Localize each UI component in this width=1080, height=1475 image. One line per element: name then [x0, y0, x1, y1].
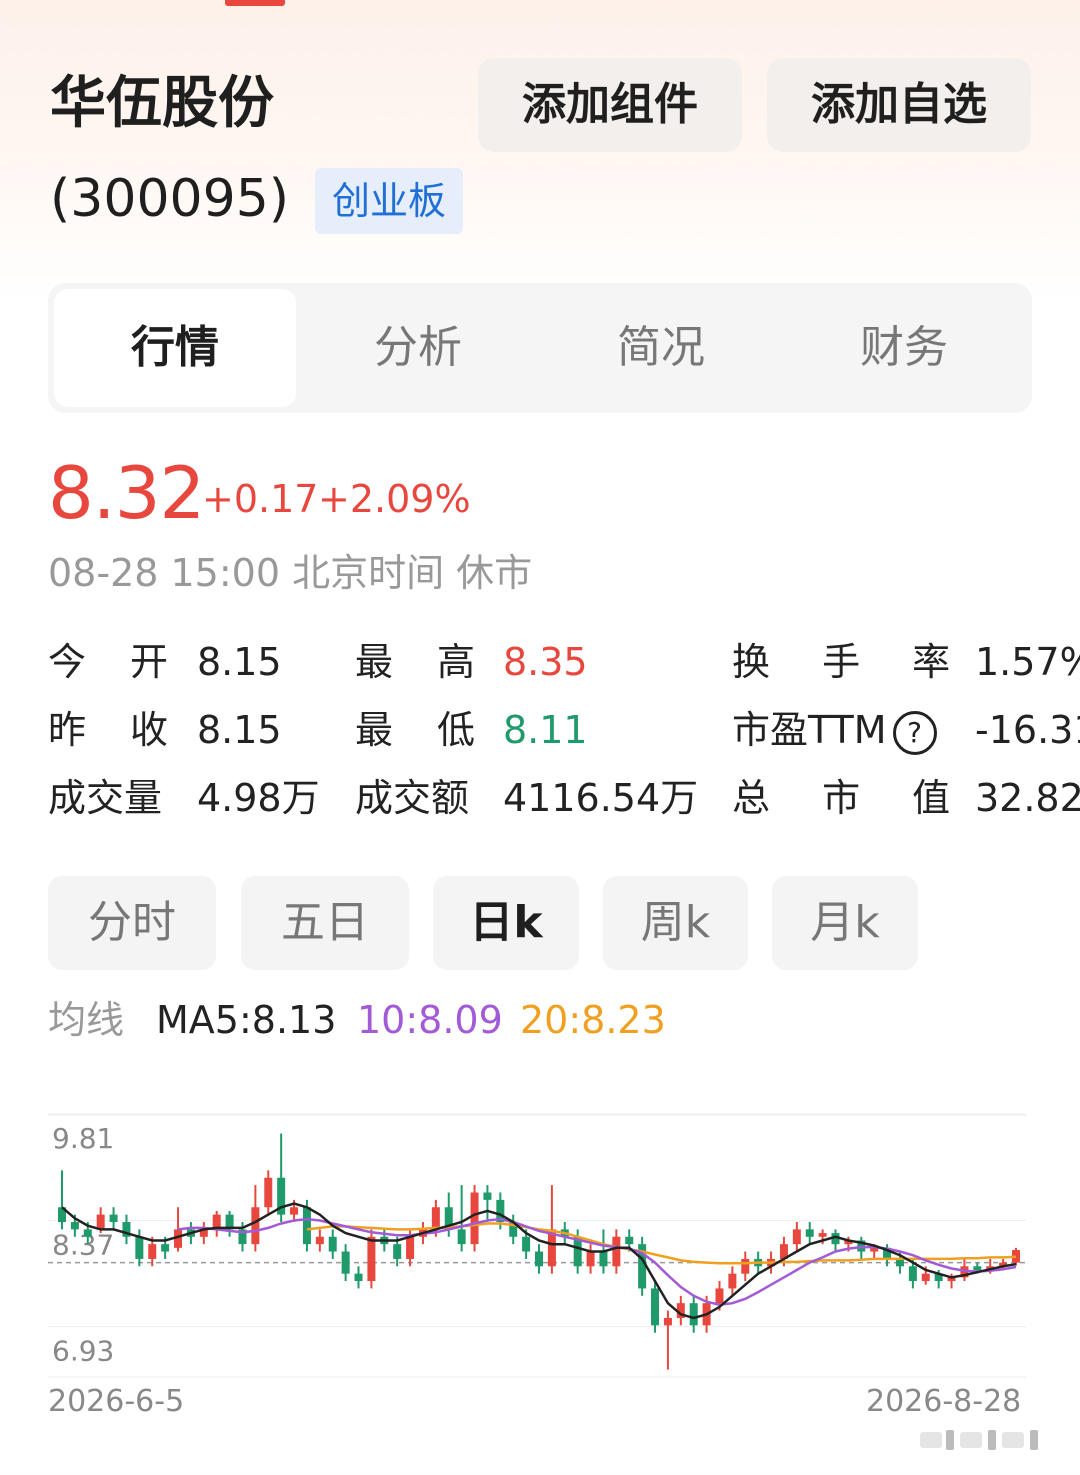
tab-finance[interactable]: 财务 [783, 289, 1025, 407]
amount-label: 成交额 [355, 776, 470, 820]
candle-body [367, 1236, 376, 1282]
main-tabs: 行情 分析 简况 财务 [48, 283, 1032, 413]
pe-value: -16.31 [975, 708, 1080, 752]
price-change: +0.17 [202, 477, 319, 521]
period-five-day[interactable]: 五日 [241, 876, 409, 970]
candle-body [302, 1207, 311, 1245]
candle-body [908, 1266, 917, 1282]
candle-body [315, 1236, 324, 1245]
last-price: 8.32 [48, 451, 205, 535]
candle-body [290, 1207, 299, 1215]
candle-body [728, 1273, 737, 1289]
candle-body [522, 1236, 531, 1252]
tab-quote[interactable]: 行情 [54, 289, 296, 407]
candle-body [535, 1251, 543, 1267]
candle-body [148, 1244, 157, 1259]
candle-body [599, 1251, 608, 1267]
candle-body [109, 1214, 118, 1223]
period-daily-k[interactable]: 日k [433, 876, 579, 970]
candle-body [921, 1273, 930, 1282]
mktcap-value: 32.82 [975, 776, 1080, 820]
scroll-indicator-icon [920, 1430, 1038, 1450]
active-top-indicator [225, 0, 285, 6]
candle-body [470, 1192, 479, 1245]
period-weekly-k[interactable]: 周k [603, 876, 748, 970]
candle-body [818, 1233, 827, 1237]
low-value: 8.11 [503, 708, 588, 752]
candle-body [251, 1207, 260, 1245]
candle-body [457, 1229, 466, 1245]
candle-body [663, 1317, 672, 1326]
price-change-pct: +2.09% [318, 477, 471, 521]
candle-body [354, 1273, 363, 1282]
amount-value: 4116.54万 [503, 776, 699, 820]
candle-body [135, 1236, 144, 1259]
high-label: 最高 [355, 640, 476, 684]
period-monthly-k[interactable]: 月k [772, 876, 918, 970]
ma-label: 均线 [48, 998, 125, 1042]
high-value: 8.35 [503, 640, 588, 684]
candle-body [805, 1229, 814, 1237]
mktcap-label: 总 市 值 [732, 776, 971, 820]
prev-close-label: 昨收 [48, 708, 169, 752]
candle-body [406, 1236, 415, 1259]
candle-body [341, 1251, 350, 1274]
candle-body [689, 1303, 698, 1326]
candle-body [264, 1177, 273, 1208]
candle-body [625, 1236, 634, 1245]
candle-body [96, 1214, 105, 1230]
candle-body [431, 1207, 440, 1230]
candle-body [651, 1288, 660, 1326]
ma20-legend: 20:8.23 [520, 998, 666, 1042]
quote-time: 08-28 15:00 北京时间 休市 [48, 551, 533, 595]
candle-body [792, 1229, 801, 1245]
candle-body [612, 1236, 621, 1267]
candle-body [83, 1229, 92, 1237]
turnover-value: 1.57% [975, 640, 1080, 684]
candle-body [393, 1244, 402, 1259]
tab-profile[interactable]: 简况 [540, 289, 782, 407]
tab-analysis[interactable]: 分析 [297, 289, 539, 407]
candlestick-chart[interactable]: 9.81 8.37 6.93 [48, 1105, 1028, 1385]
candle-body [741, 1258, 750, 1274]
add-widget-button[interactable]: 添加组件 [478, 58, 742, 152]
x-end-label: 2026-8-28 [866, 1384, 1022, 1419]
low-label: 最低 [355, 708, 476, 752]
volume-label: 成交量 [48, 776, 163, 820]
stock-name: 华伍股份 [50, 71, 274, 136]
prev-close-value: 8.15 [197, 708, 282, 752]
volume-value: 4.98万 [197, 776, 320, 820]
candle-body [70, 1222, 79, 1230]
y-tick-label: 6.93 [52, 1335, 114, 1368]
ma5-legend: MA5:8.13 [156, 998, 337, 1042]
ma10-legend: 10:8.09 [357, 998, 503, 1042]
y-tick-label: 8.37 [52, 1228, 114, 1261]
stock-code: (300095) [50, 169, 290, 229]
open-value: 8.15 [197, 640, 282, 684]
x-start-label: 2026-6-5 [48, 1384, 185, 1419]
candle-body [483, 1192, 492, 1200]
board-badge[interactable]: 创业板 [315, 168, 463, 234]
pe-label-wrap: 市盈TTM? [732, 704, 937, 756]
period-intraday[interactable]: 分时 [48, 876, 216, 970]
candle-body [161, 1244, 170, 1252]
candle-body [973, 1266, 982, 1270]
help-icon[interactable]: ? [892, 710, 937, 755]
pe-label: 市盈TTM [732, 708, 887, 752]
candle-body [328, 1236, 337, 1252]
turnover-label: 换 手 率 [732, 640, 971, 684]
candle-body [586, 1251, 595, 1267]
candle-body [715, 1288, 724, 1304]
open-label: 今开 [48, 640, 169, 684]
y-tick-label: 9.81 [52, 1122, 114, 1155]
add-watchlist-button[interactable]: 添加自选 [767, 58, 1031, 152]
